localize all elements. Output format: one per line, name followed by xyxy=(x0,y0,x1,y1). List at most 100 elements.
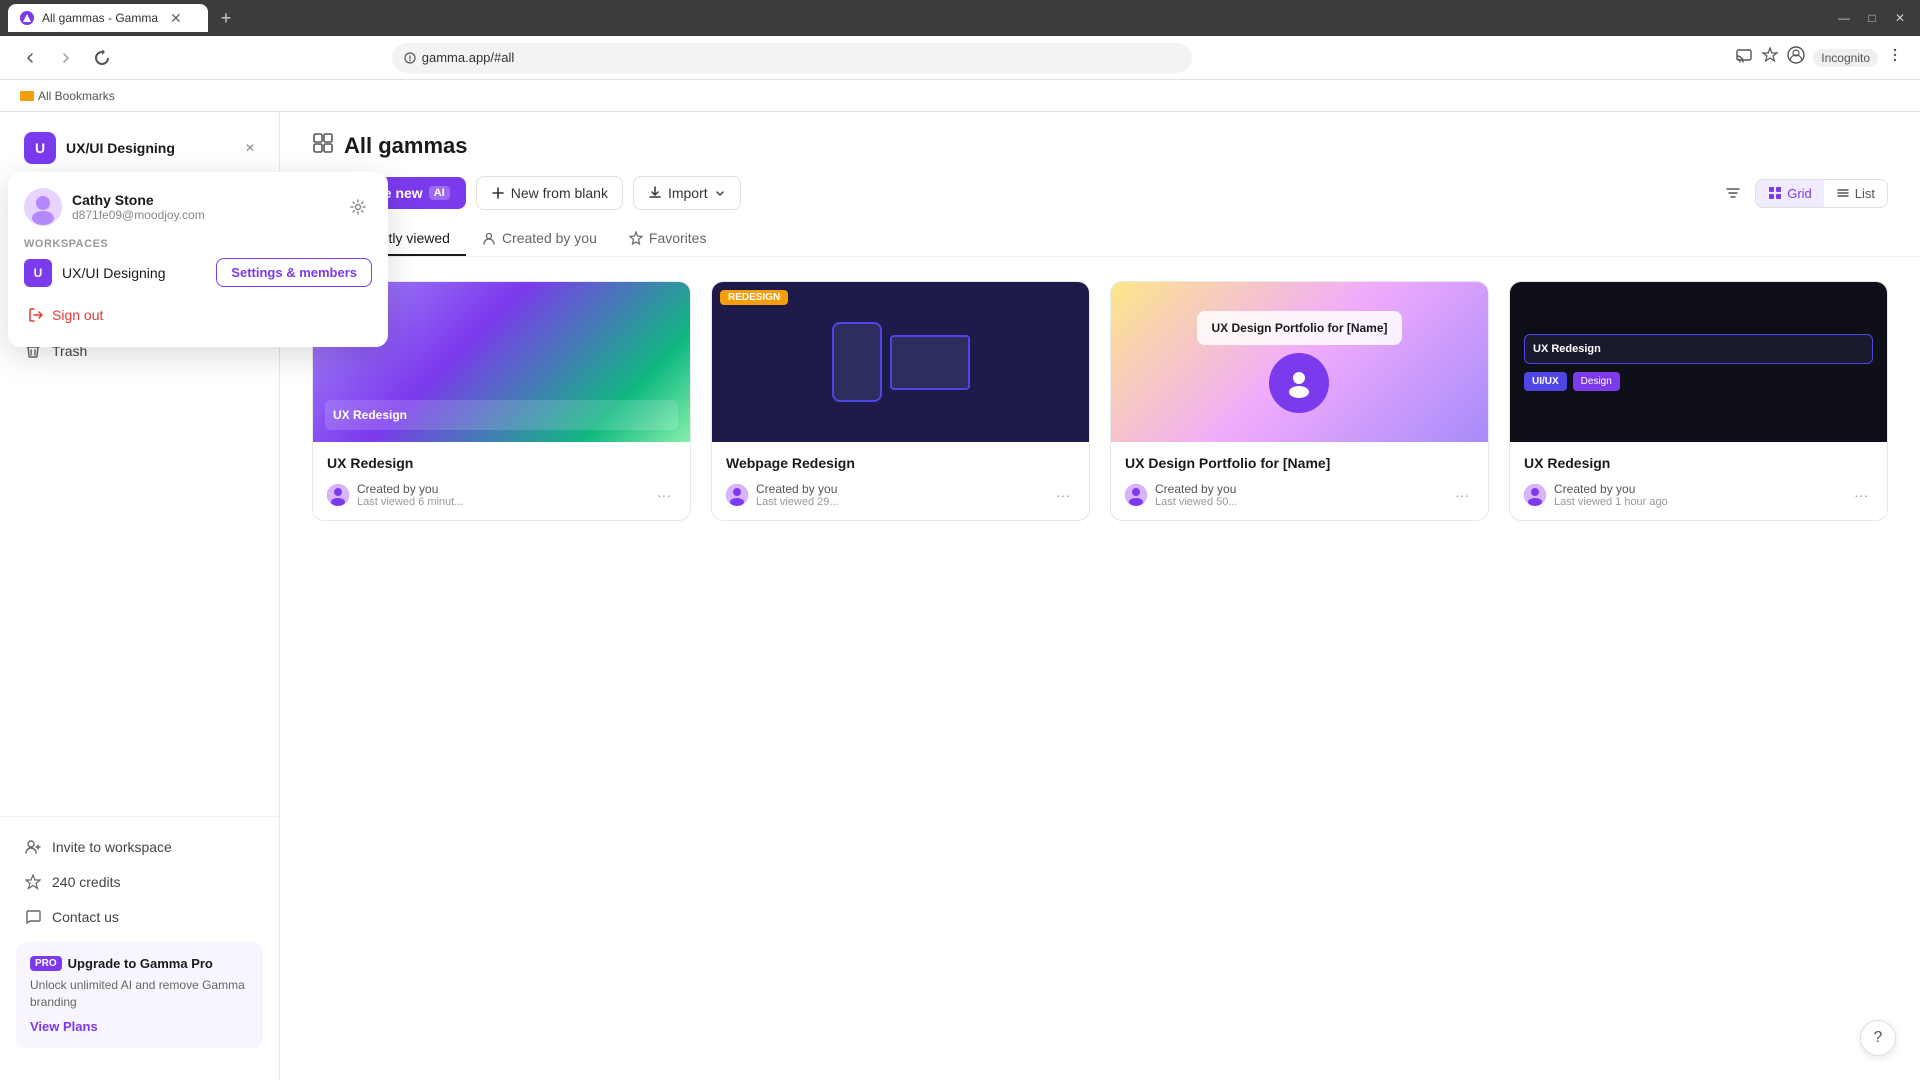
forward-button[interactable] xyxy=(52,44,80,72)
workspace-selector[interactable]: U UX/UI Designing ✕ xyxy=(8,124,271,172)
sort-button[interactable] xyxy=(1717,177,1749,209)
tab-created-by-you[interactable]: Created by you xyxy=(466,222,613,256)
card-thumbnail-4: UX Redesign UI/UX Design xyxy=(1510,282,1887,442)
invite-workspace-item[interactable]: Invite to workspace xyxy=(8,830,271,864)
popup-user-info: Cathy Stone d871fe09@moodjoy.com xyxy=(72,192,334,222)
favorites-label: Favorites xyxy=(649,230,707,246)
main-header: All gammas Create new AI New from blank xyxy=(280,112,1920,257)
bookmarks-label: All Bookmarks xyxy=(38,89,115,103)
card-last-viewed-4: Last viewed 1 hour ago xyxy=(1554,496,1841,508)
card-creator-3: Created by you xyxy=(1155,482,1442,496)
card-creator-1: Created by you xyxy=(357,482,644,496)
ai-badge: AI xyxy=(429,186,450,200)
popup-workspace-name: UX/UI Designing xyxy=(62,265,206,281)
created-by-you-label: Created by you xyxy=(502,230,597,246)
help-button[interactable]: ? xyxy=(1860,1020,1896,1056)
toolbar: Create new AI New from blank Import xyxy=(312,176,1888,210)
tab-close-btn[interactable]: ✕ xyxy=(170,10,182,27)
tab-title: All gammas - Gamma xyxy=(42,11,158,25)
card-thumbnail-3: UX Design Portfolio for [Name] xyxy=(1111,282,1488,442)
view-buttons: Grid List xyxy=(1755,179,1888,208)
card-title-3: UX Design Portfolio for [Name] xyxy=(1125,454,1474,472)
back-button[interactable] xyxy=(16,44,44,72)
new-tab-button[interactable]: + xyxy=(212,4,240,32)
address-bar[interactable]: gamma.app/#all xyxy=(392,43,1192,73)
card-title-2: Webpage Redesign xyxy=(726,454,1075,472)
card-more-button-2[interactable]: ··· xyxy=(1051,483,1075,507)
list-view-button[interactable]: List xyxy=(1824,180,1887,207)
cards-grid: UX Redesign UX Redesign Created by you xyxy=(312,281,1888,521)
contact-us-item[interactable]: Contact us xyxy=(8,900,271,934)
card-avatar-2 xyxy=(726,484,748,506)
main-content: All gammas Create new AI New from blank xyxy=(280,112,1920,1080)
minimize-btn[interactable]: — xyxy=(1832,6,1856,30)
workspace-chevron-icon: ✕ xyxy=(245,141,255,155)
upgrade-title: Upgrade to Gamma Pro xyxy=(68,956,213,971)
card-more-button-4[interactable]: ··· xyxy=(1849,483,1873,507)
credits-label: 240 credits xyxy=(52,874,120,890)
credits-icon xyxy=(24,873,42,891)
card-last-viewed-3: Last viewed 50... xyxy=(1155,496,1442,508)
card-body-4: UX Redesign Created by you Last viewed 1… xyxy=(1510,442,1887,520)
invite-label: Invite to workspace xyxy=(52,839,172,855)
card-thumbnail-2: REDESIGN xyxy=(712,282,1089,442)
tab-favicon xyxy=(20,11,34,25)
card-avatar-3 xyxy=(1125,484,1147,506)
url-text: gamma.app/#all xyxy=(422,50,515,65)
cast-icon[interactable] xyxy=(1735,46,1753,69)
card-title-4: UX Redesign xyxy=(1524,454,1873,472)
settings-members-button[interactable]: Settings & members xyxy=(216,258,372,287)
card-footer-1: Created by you Last viewed 6 minut... ··… xyxy=(327,482,676,508)
maximize-btn[interactable]: □ xyxy=(1860,6,1884,30)
upgrade-pro-row: PRO Upgrade to Gamma Pro xyxy=(30,956,249,971)
view-plans-button[interactable]: View Plans xyxy=(30,1019,249,1034)
popup-workspace-row: U UX/UI Designing Settings & members xyxy=(24,258,372,287)
import-button[interactable]: Import xyxy=(633,176,741,210)
popup-user-email: d871fe09@moodjoy.com xyxy=(72,208,334,222)
sign-out-button[interactable]: Sign out xyxy=(24,299,372,331)
card-footer-2: Created by you Last viewed 29... ··· xyxy=(726,482,1075,508)
new-blank-button[interactable]: New from blank xyxy=(476,176,623,210)
popup-user-row: Cathy Stone d871fe09@moodjoy.com xyxy=(24,188,372,226)
popup-section-title: Workspaces xyxy=(24,238,372,250)
card-meta-3: Created by you Last viewed 50... xyxy=(1155,482,1442,508)
workspace-avatar: U xyxy=(24,132,56,164)
nav-bar: gamma.app/#all Incognito xyxy=(0,36,1920,80)
profile-icon[interactable] xyxy=(1787,46,1805,69)
popup-user-name: Cathy Stone xyxy=(72,192,334,208)
card-avatar-4 xyxy=(1524,484,1546,506)
bookmarks-folder[interactable]: All Bookmarks xyxy=(12,87,123,105)
pro-badge: PRO xyxy=(30,956,62,971)
card-avatar-1 xyxy=(327,484,349,506)
credits-item[interactable]: 240 credits xyxy=(8,865,271,899)
browser-tab-active[interactable]: All gammas - Gamma ✕ xyxy=(8,4,208,32)
popup-settings-icon[interactable] xyxy=(344,193,372,221)
tab-favorites[interactable]: Favorites xyxy=(613,222,723,256)
menu-icon[interactable] xyxy=(1886,46,1904,69)
close-window-btn[interactable]: ✕ xyxy=(1888,6,1912,30)
popup-workspace-avatar: U xyxy=(24,259,52,287)
invite-icon xyxy=(24,838,42,856)
card-portfolio[interactable]: UX Design Portfolio for [Name] UX Design… xyxy=(1110,281,1489,521)
main-body: UX Redesign UX Redesign Created by you xyxy=(280,257,1920,1080)
reload-button[interactable] xyxy=(88,44,116,72)
view-toggle: Grid List xyxy=(1717,177,1888,209)
card-footer-3: Created by you Last viewed 50... ··· xyxy=(1125,482,1474,508)
list-label: List xyxy=(1855,186,1875,201)
card-last-viewed-1: Last viewed 6 minut... xyxy=(357,496,644,508)
card-creator-2: Created by you xyxy=(756,482,1043,496)
bookmark-star-icon[interactable] xyxy=(1761,46,1779,69)
card-meta-1: Created by you Last viewed 6 minut... xyxy=(357,482,644,508)
page-title: All gammas xyxy=(344,133,468,159)
card-more-button-3[interactable]: ··· xyxy=(1450,483,1474,507)
card-webpage-redesign[interactable]: REDESIGN Webpage Redesign Created by you xyxy=(711,281,1090,521)
card-title-1: UX Redesign xyxy=(327,454,676,472)
grid-view-button[interactable]: Grid xyxy=(1756,180,1824,207)
sidebar-bottom: Invite to workspace 240 credits Contact … xyxy=(0,816,279,1068)
card-footer-4: Created by you Last viewed 1 hour ago ··… xyxy=(1524,482,1873,508)
card-more-button-1[interactable]: ··· xyxy=(652,483,676,507)
tabs-row: Recently viewed Created by you Favorites xyxy=(312,222,1888,256)
bookmarks-bar: All Bookmarks xyxy=(0,80,1920,112)
upgrade-description: Unlock unlimited AI and remove Gamma bra… xyxy=(30,977,249,1011)
card-ux-redesign-2[interactable]: UX Redesign UI/UX Design UX Redesign xyxy=(1509,281,1888,521)
